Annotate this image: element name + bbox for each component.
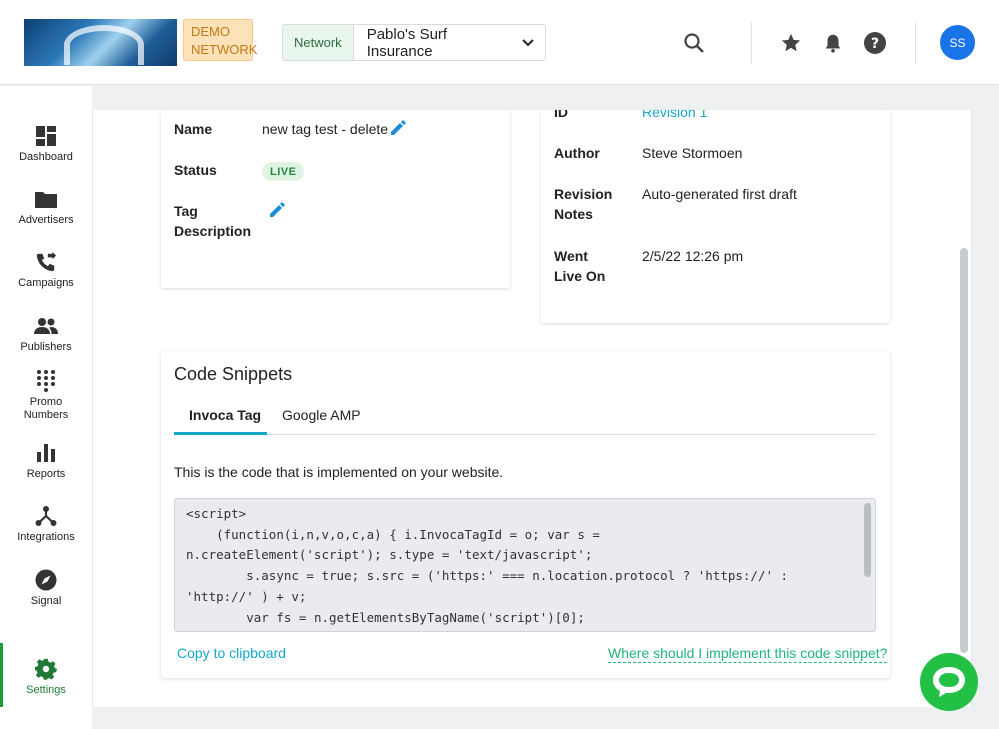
- sidebar-item-advertisers[interactable]: Advertisers: [0, 187, 92, 227]
- network-label: Network: [283, 25, 354, 60]
- code-snippets-title: Code Snippets: [174, 364, 293, 384]
- demo-badge-line1: DEMO: [191, 24, 230, 39]
- revision-notes-label-line1: Revision: [554, 186, 613, 202]
- dashboard-icon: [34, 124, 58, 148]
- copy-to-clipboard-link[interactable]: Copy to clipboard: [177, 645, 286, 661]
- folder-icon: [34, 187, 58, 211]
- phone-forward-icon: [34, 250, 58, 274]
- sidebar-item-label: Promo Numbers: [23, 396, 69, 421]
- network-logo[interactable]: [24, 19, 177, 66]
- user-avatar[interactable]: SS: [940, 25, 975, 60]
- gear-icon: [34, 657, 58, 681]
- active-tab-indicator: [174, 432, 267, 435]
- went-live-label: Went Live On: [554, 246, 605, 286]
- sidebar-item-label: Settings: [26, 684, 66, 696]
- header-divider: [915, 22, 916, 64]
- sidebar-item-label: Signal: [30, 595, 62, 607]
- compass-icon: [34, 568, 58, 592]
- network-value: Pablo's Surf Insurance: [366, 25, 448, 60]
- sidebar-item-publishers[interactable]: Publishers: [0, 314, 92, 354]
- went-live-value: 2/5/22 12:26 pm: [642, 248, 744, 264]
- went-live-label-line2: Live On: [554, 268, 606, 284]
- sidebar-item-dashboard[interactable]: Dashboard: [0, 124, 92, 164]
- tab-invoca-tag[interactable]: Invoca Tag: [189, 407, 261, 423]
- page-scrollbar[interactable]: [960, 248, 968, 653]
- tab-google-amp[interactable]: Google AMP: [282, 407, 361, 423]
- sidebar-nav: Dashboard Advertisers Campaigns Publishe…: [0, 86, 92, 729]
- sidebar-item-integrations[interactable]: Integrations: [0, 504, 92, 544]
- sidebar-item-signal[interactable]: Signal: [0, 568, 92, 608]
- name-label: Name: [174, 121, 213, 137]
- chat-icon: [933, 667, 965, 697]
- sidebar-item-label: Integrations: [17, 531, 75, 543]
- code-snippet-text[interactable]: <script> (function(i,n,v,o,c,a) { i.Invo…: [186, 504, 858, 628]
- people-icon: [34, 314, 58, 338]
- tag-description-label-line2: Description: [174, 223, 252, 239]
- sidebar-item-reports[interactable]: Reports: [0, 441, 92, 481]
- header-divider: [751, 22, 752, 64]
- revision-card-clip: [541, 110, 890, 120]
- hub-icon: [34, 504, 58, 528]
- sidebar-item-campaigns[interactable]: Campaigns: [0, 250, 92, 290]
- revision-notes-label: Revision Notes: [554, 184, 612, 224]
- revision-id-link[interactable]: Revision 1: [642, 110, 707, 122]
- code-box-scrollbar[interactable]: [864, 503, 871, 577]
- revision-notes-label-line2: Notes: [554, 206, 593, 222]
- sidebar-item-label: Dashboard: [19, 151, 73, 163]
- network-selector[interactable]: Network Pablo's Surf Insurance: [282, 24, 546, 61]
- search-icon[interactable]: [682, 31, 706, 55]
- svg-text:?: ?: [871, 36, 879, 52]
- tag-description-label-line1: Tag: [174, 203, 198, 219]
- sidebar-item-settings[interactable]: Settings: [0, 657, 92, 697]
- snippet-description: This is the code that is implemented on …: [174, 464, 504, 480]
- code-snippet-box[interactable]: <script> (function(i,n,v,o,c,a) { i.Invo…: [174, 498, 876, 632]
- bell-icon[interactable]: [821, 31, 845, 55]
- star-icon[interactable]: [779, 31, 803, 55]
- edit-name-pencil-icon[interactable]: [389, 119, 407, 137]
- dialpad-icon: [34, 369, 58, 393]
- edit-description-pencil-icon[interactable]: [268, 201, 286, 219]
- top-header: DEMO NETWORK Network Pablo's Surf Insura…: [0, 0, 999, 85]
- chat-widget-button[interactable]: [920, 653, 978, 711]
- tag-name-value: new tag test - delete: [262, 121, 389, 137]
- help-icon[interactable]: ?: [863, 31, 887, 55]
- author-value: Steve Stormoen: [642, 145, 743, 161]
- sidebar-item-label: Publishers: [20, 341, 72, 353]
- author-label: Author: [554, 145, 600, 161]
- sidebar-item-promo-numbers[interactable]: Promo Numbers: [0, 369, 92, 422]
- tag-description-label: Tag Description: [174, 201, 251, 241]
- sidebar-item-label: Reports: [26, 468, 66, 480]
- status-label: Status: [174, 162, 217, 178]
- sidebar-item-label: Advertisers: [18, 214, 74, 226]
- status-badge: LIVE: [262, 162, 305, 181]
- revision-notes-value: Auto-generated first draft: [642, 186, 797, 202]
- implementation-help-link[interactable]: Where should I implement this code snipp…: [608, 645, 888, 663]
- sidebar-item-label: Campaigns: [18, 277, 74, 289]
- id-label: ID: [554, 104, 568, 120]
- bar-chart-icon: [34, 441, 58, 465]
- tab-divider: [174, 434, 876, 435]
- demo-badge-line2: NETWORK: [191, 42, 258, 57]
- demo-network-badge: DEMO NETWORK: [183, 19, 258, 61]
- went-live-label-line1: Went: [554, 248, 588, 264]
- chevron-down-icon[interactable]: [511, 25, 545, 60]
